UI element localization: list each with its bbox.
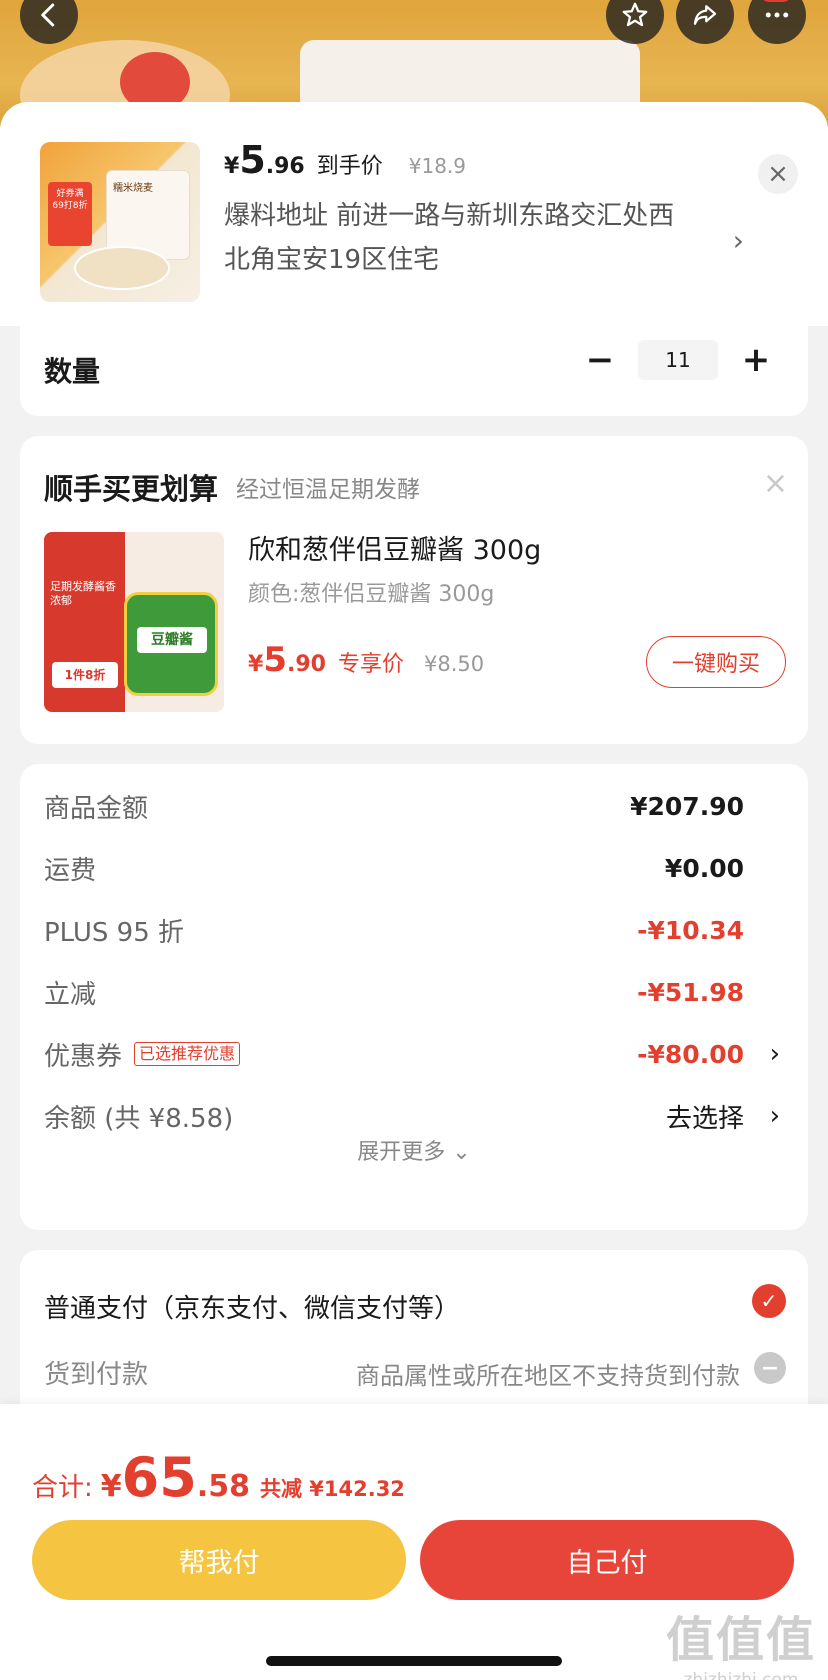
quantity-label: 数量	[44, 355, 101, 388]
total-decimal: .58	[196, 1469, 250, 1504]
jar-illustration: 豆瓣酱	[124, 592, 218, 696]
total-symbol: ¥	[100, 1469, 122, 1504]
quantity-input[interactable]: 11	[638, 340, 718, 380]
summary-label: 立减	[44, 979, 97, 1010]
help-me-pay-button[interactable]: 帮我付	[32, 1520, 406, 1600]
order-summary-card: 商品金额 ¥207.90 运费 ¥0.00 PLUS 95 折 -¥10.34 …	[20, 764, 808, 1230]
thumb-package-title: 糯米烧麦	[113, 183, 153, 194]
total-label: 合计:	[32, 1473, 93, 1503]
summary-label: 运费	[44, 855, 97, 886]
summary-row-coupon[interactable]: 优惠券 已选推荐优惠 -¥80.00 ›	[44, 1034, 784, 1074]
chevron-right-icon[interactable]: ›	[733, 224, 744, 257]
payment-option-cod: 货到付款	[44, 1360, 149, 1390]
disabled-icon: −	[754, 1352, 786, 1384]
upsell-price-decimal: .90	[286, 652, 326, 677]
upsell-close-icon[interactable]: ×	[763, 466, 788, 501]
delivery-address[interactable]: 爆料地址 前进一路与新圳东路交汇处西北角宝安19区住宅	[224, 194, 694, 282]
decrease-button[interactable]: −	[578, 338, 622, 382]
upsell-product-spec: 颜色:葱伴侣豆瓣酱 300g	[248, 582, 495, 607]
total-saved: 共减 ¥142.32	[259, 1477, 405, 1501]
summary-row-goods: 商品金额 ¥207.90	[44, 786, 784, 826]
chevron-right-icon[interactable]: ›	[770, 1101, 780, 1131]
close-button[interactable]: ×	[758, 154, 798, 194]
summary-row-plus-discount: PLUS 95 折 -¥10.34	[44, 910, 784, 950]
price-integer: 5	[239, 138, 266, 182]
total-price: 合计: ¥ 65 .58 共减 ¥142.32	[32, 1446, 405, 1509]
expand-more-link[interactable]: 展开更多 ⌄	[20, 1134, 808, 1166]
chevron-left-icon	[41, 3, 55, 27]
home-indicator[interactable]	[266, 1656, 562, 1666]
increase-button[interactable]: +	[734, 338, 778, 382]
summary-row-instant-discount: 立减 -¥51.98	[44, 972, 784, 1012]
summary-label: 商品金额	[44, 793, 149, 824]
summary-label: PLUS 95 折	[44, 917, 185, 948]
payment-option-normal[interactable]: 普通支付（京东支付、微信支付等）	[44, 1288, 460, 1325]
summary-value: ¥207.90	[630, 791, 744, 821]
star-icon	[622, 2, 648, 27]
summary-row-shipping: 运费 ¥0.00	[44, 848, 784, 888]
upsell-price: ¥ 5 .90 专享价 ¥8.50	[248, 640, 484, 680]
summary-label: 余额 (共 ¥8.58)	[44, 1103, 234, 1134]
upsell-price-label: 专享价	[337, 652, 404, 677]
one-click-buy-button[interactable]: 一键购买	[646, 636, 786, 688]
upsell-card: 顺手买更划算 经过恒温足期发酵 × 足期发酵酱香浓郁 1件8折 豆瓣酱 欣和葱伴…	[20, 436, 808, 744]
upsell-product-name[interactable]: 欣和葱伴侣豆瓣酱 300g	[248, 528, 541, 567]
upsell-price-integer: 5	[263, 640, 287, 680]
total-integer: 65	[121, 1446, 197, 1509]
pay-myself-button[interactable]: 自己付	[420, 1520, 794, 1600]
payment-method-card: 普通支付（京东支付、微信支付等） ✓ 货到付款 商品属性或所在地区不支持货到付款…	[20, 1250, 808, 1420]
upsell-subtitle: 经过恒温足期发酵	[236, 477, 420, 503]
original-price: ¥18.9	[408, 154, 467, 178]
checkmark-icon[interactable]: ✓	[752, 1284, 786, 1318]
header-price: ¥ 5 .96 到手价 ¥18.9	[224, 138, 466, 182]
more-dots-icon	[765, 12, 789, 18]
summary-row-balance[interactable]: 余额 (共 ¥8.58) 去选择 ›	[44, 1096, 784, 1136]
summary-value: ¥0.00	[664, 853, 744, 883]
product-header: 好券满69打8折 糯米烧麦 ¥ 5 .96 到手价 ¥18.9 爆料地址 前进一…	[0, 102, 828, 326]
chevron-right-icon[interactable]: ›	[770, 1039, 780, 1069]
upsell-price-symbol: ¥	[248, 652, 264, 677]
quantity-stepper: − 11 +	[578, 338, 778, 382]
jar-label: 豆瓣酱	[137, 627, 207, 653]
upsell-image-promo-text: 足期发酵酱香浓郁	[50, 580, 116, 607]
coupon-tag: 已选推荐优惠	[134, 1042, 241, 1066]
upsell-product-image[interactable]: 足期发酵酱香浓郁 1件8折 豆瓣酱	[44, 532, 224, 712]
watermark-url: zhizhizhi.com	[683, 1670, 799, 1680]
price-symbol: ¥	[224, 154, 240, 179]
upsell-title: 顺手买更划算	[44, 472, 219, 506]
thumb-plate	[74, 246, 170, 290]
cod-unavailable-note: 商品属性或所在地区不支持货到付款	[356, 1362, 740, 1390]
product-thumbnail: 好券满69打8折 糯米烧麦	[40, 142, 200, 302]
watermark-logo: 值值值	[665, 1612, 816, 1668]
thumb-promo-tag: 好券满69打8折	[48, 182, 92, 246]
upsell-image-promo-badge: 1件8折	[52, 662, 118, 688]
price-decimal: .96	[265, 154, 305, 179]
quantity-card: 数量 − 11 +	[20, 316, 808, 416]
checkout-footer: 合计: ¥ 65 .58 共减 ¥142.32 帮我付 自己付 值值值 zhiz…	[0, 1404, 828, 1680]
price-label: 到手价	[316, 154, 383, 179]
site-watermark: 值值值 zhizhizhi.com	[666, 1600, 816, 1680]
share-icon	[693, 5, 717, 25]
balance-select[interactable]: 去选择	[666, 1098, 744, 1135]
upsell-original-price: ¥8.50	[423, 652, 485, 676]
summary-value: -¥10.34	[637, 915, 744, 945]
summary-value: -¥51.98	[637, 977, 744, 1007]
summary-value: -¥80.00	[637, 1039, 744, 1069]
summary-label: 优惠券	[44, 1041, 123, 1072]
